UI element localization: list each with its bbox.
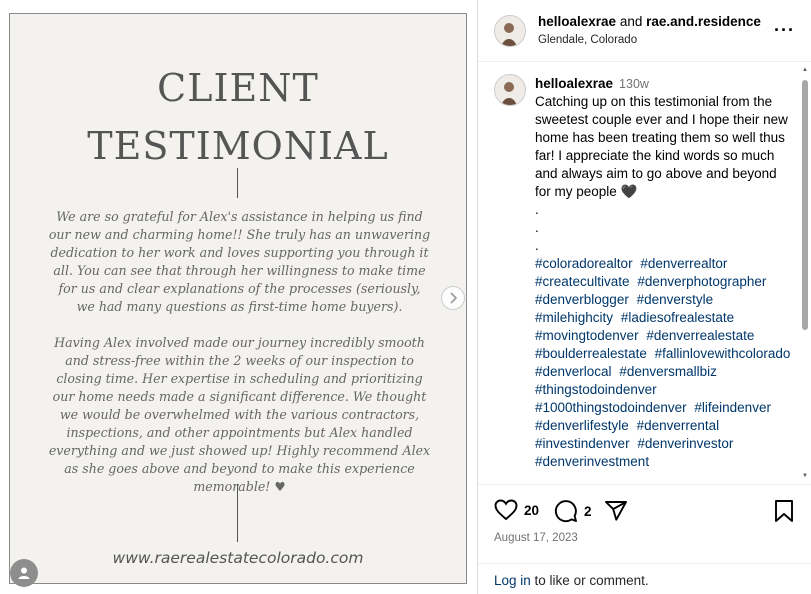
hashtag-link[interactable]: #denverphotographer [637, 274, 766, 289]
user-icon [18, 567, 30, 579]
share-button[interactable] [604, 499, 628, 523]
testimonial-image: CLIENT TESTIMONIAL We are so grateful fo… [9, 13, 467, 584]
post-sidebar: helloalexrae and rae.and.residence Glend… [477, 0, 811, 594]
hashtag-link[interactable]: #denverinvestor [637, 436, 733, 451]
location-link[interactable]: Glendale, Colorado [538, 34, 637, 46]
post-header: helloalexrae and rae.and.residence Glend… [478, 0, 811, 62]
username-link[interactable]: helloalexrae [538, 14, 616, 29]
avatar[interactable] [494, 74, 526, 106]
like-count[interactable]: 20 [524, 503, 539, 518]
hashtag-link[interactable]: #denverrealestate [646, 328, 754, 343]
hashtag-link[interactable]: #coloradorealtor [535, 256, 633, 271]
hashtag-link[interactable]: #denverrental [637, 418, 720, 433]
more-options-button[interactable]: ··· [774, 20, 795, 41]
post-media: CLIENT TESTIMONIAL We are so grateful fo… [0, 0, 477, 594]
login-link[interactable]: Log in [494, 573, 531, 588]
post-age[interactable]: 130w [619, 77, 649, 91]
caption-header: helloalexrae 130w [535, 76, 649, 91]
login-prompt-text: to like or comment. [530, 573, 649, 588]
caption-text: Catching up on this testimonial from the… [535, 94, 788, 199]
login-prompt: Log in to like or comment. [494, 573, 649, 588]
card-title-line2: TESTIMONIAL [87, 124, 389, 168]
avatar[interactable] [494, 15, 526, 47]
caption-dot: . [535, 202, 539, 217]
post-date[interactable]: August 17, 2023 [494, 532, 578, 544]
profile-photo-icon [495, 16, 525, 46]
testimonial-paragraph-2: Having Alex involved made our journey in… [48, 335, 431, 494]
tagged-users-button[interactable] [10, 559, 38, 587]
hashtag-link[interactable]: #denversmallbiz [619, 364, 717, 379]
card-website: www.raerealestatecolorado.com [112, 549, 364, 567]
hashtag-link[interactable]: #milehighcity [535, 310, 613, 325]
caption-dot: . [535, 238, 539, 253]
scroll-up-arrow-icon[interactable]: ▲ [801, 66, 809, 74]
save-button[interactable] [774, 499, 794, 523]
comment-count[interactable]: 2 [584, 504, 592, 519]
hashtag-link[interactable]: #movingtodenver [535, 328, 639, 343]
caption-dot: . [535, 220, 539, 235]
hashtag-link[interactable]: #createcultivate [535, 274, 630, 289]
profile-photo-icon [495, 75, 525, 105]
divider-line [237, 168, 238, 198]
hashtag-link[interactable]: #thingstodoindenver [535, 382, 657, 397]
hashtag-link[interactable]: #1000thingstodoindenver [535, 400, 687, 415]
post-actions: 20 2 August 17, 2023 Log in to like or c… [478, 484, 811, 594]
caption-scrollbar[interactable]: ▲ ▼ [801, 66, 809, 480]
hashtag-list: #coloradorealtor #denverrealtor #createc… [535, 255, 797, 471]
hashtag-link[interactable]: #denverinvestment [535, 454, 649, 469]
card-title-line1: CLIENT [157, 66, 319, 110]
like-button[interactable]: 20 [494, 499, 539, 521]
divider-line [237, 484, 238, 542]
hashtag-link[interactable]: #fallinlovewithcolorado [655, 346, 791, 361]
bookmark-icon [775, 500, 793, 522]
heart-icon [494, 499, 518, 521]
scroll-thumb[interactable] [802, 80, 808, 330]
caption-area[interactable]: helloalexrae 130w Catching up on this tes… [478, 63, 811, 483]
send-icon [605, 501, 627, 521]
joiner-text: and [619, 14, 643, 29]
next-slide-button[interactable] [441, 286, 465, 310]
hashtag-link[interactable]: #denverstyle [637, 292, 714, 307]
comment-icon [554, 500, 577, 523]
hashtag-link[interactable]: #boulderrealestate [535, 346, 647, 361]
hashtag-link[interactable]: #investindenver [535, 436, 630, 451]
caption-username[interactable]: helloalexrae [535, 76, 613, 91]
comment-button[interactable]: 2 [554, 499, 592, 523]
header-usernames: helloalexrae and rae.and.residence [538, 14, 761, 29]
chevron-right-icon [450, 292, 458, 304]
hashtag-link[interactable]: #denverrealtor [640, 256, 727, 271]
hashtag-link[interactable]: #lifeindenver [694, 400, 771, 415]
hashtag-link[interactable]: #denverlocal [535, 364, 612, 379]
hashtag-link[interactable]: #denverlifestyle [535, 418, 629, 433]
scroll-down-arrow-icon[interactable]: ▼ [801, 472, 809, 480]
hashtag-link[interactable]: #ladiesofrealestate [621, 310, 734, 325]
hashtag-link[interactable]: #denverblogger [535, 292, 629, 307]
testimonial-paragraph-1: We are so grateful for Alex's assistance… [48, 209, 431, 314]
divider [478, 563, 811, 564]
collaborator-link[interactable]: rae.and.residence [646, 14, 761, 29]
